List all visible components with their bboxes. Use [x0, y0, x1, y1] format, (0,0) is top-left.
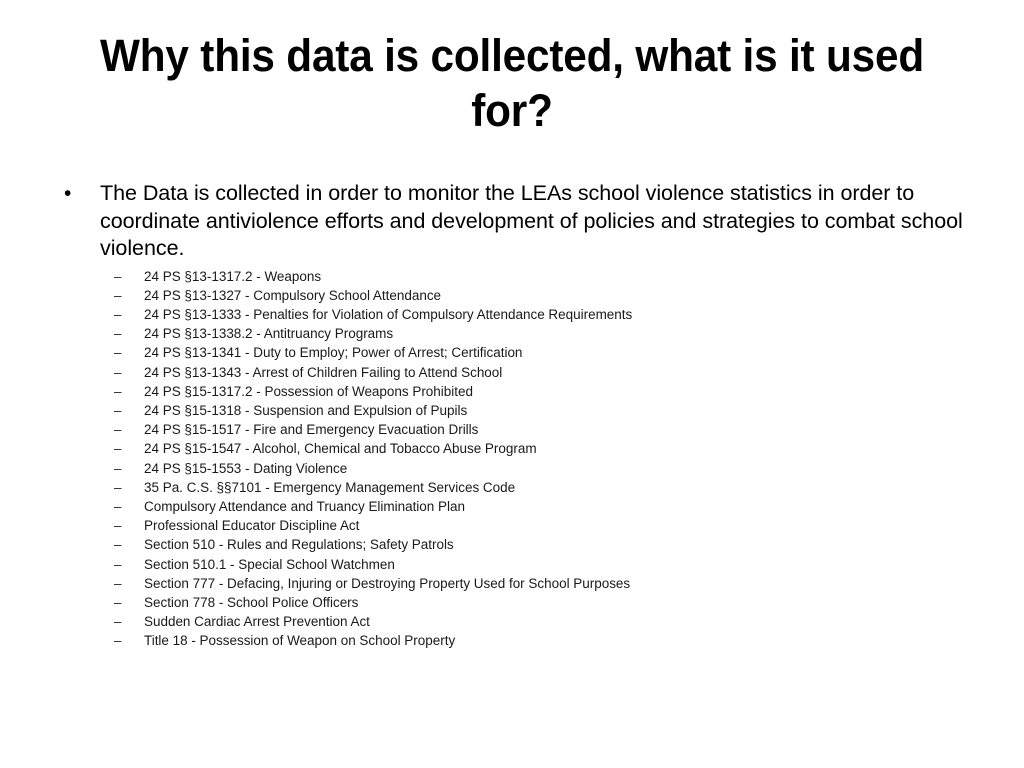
list-item-label: Sudden Cardiac Arrest Prevention Act: [144, 614, 370, 630]
list-item: – Sudden Cardiac Arrest Prevention Act: [56, 612, 986, 631]
list-item-label: Compulsory Attendance and Truancy Elimin…: [144, 498, 465, 514]
dash-bullet-icon: –: [114, 422, 122, 438]
list-item: – 24 PS §15-1317.2 - Possession of Weapon…: [56, 382, 986, 401]
list-item: – 24 PS §13-1317.2 - Weapons: [56, 267, 986, 286]
dash-bullet-icon: –: [114, 383, 122, 399]
list-item: – 24 PS §13-1338.2 - Antitruancy Programs: [56, 324, 986, 343]
list-item-label: Section 777 - Defacing, Injuring or Dest…: [144, 575, 631, 591]
list-item: – 24 PS §15-1553 - Dating Violence: [56, 459, 986, 478]
statute-reference-list: – 24 PS §13-1317.2 - Weapons – 24 PS §13-13…: [56, 267, 986, 651]
dash-bullet-icon: –: [114, 479, 122, 495]
dash-bullet-icon: –: [114, 402, 122, 418]
list-item-label: 24 PS §15-1517 - Fire and Emergency Evac…: [144, 422, 479, 438]
main-bullet-item: • The Data is collected in order to moni…: [56, 180, 986, 263]
dash-bullet-icon: –: [114, 594, 122, 610]
list-item-label: 24 PS §13-1333 - Penalties for Violation…: [144, 306, 633, 322]
list-item-label: 35 Pa. C.S. §§7101 - Emergency Managemen…: [144, 479, 516, 495]
dash-bullet-icon: –: [114, 268, 122, 284]
list-item-label: 24 PS §15-1547 - Alcohol, Chemical and T…: [144, 441, 537, 457]
slide-body: • The Data is collected in order to moni…: [56, 180, 986, 651]
list-item-label: 24 PS §13-1338.2 - Antitruancy Programs: [144, 326, 394, 342]
list-item-label: Section 510.1 - Special School Watchmen: [144, 556, 395, 572]
slide-title: Why this data is collected, what is it u…: [100, 30, 924, 137]
list-item: – Title 18 - Possession of Weapon on Scho…: [56, 631, 986, 650]
list-item: – Section 777 - Defacing, Injuring or Des…: [56, 574, 986, 593]
dash-bullet-icon: –: [114, 556, 122, 572]
list-item-label: 24 PS §15-1318 - Suspension and Expulsio…: [144, 402, 468, 418]
bullet-dot-icon: •: [64, 182, 72, 205]
list-item: – 24 PS §15-1547 - Alcohol, Chemical and …: [56, 439, 986, 458]
dash-bullet-icon: –: [114, 287, 122, 303]
list-item: – 35 Pa. C.S. §§7101 - Emergency Manageme…: [56, 478, 986, 497]
list-item: – Professional Educator Discipline Act: [56, 516, 986, 535]
dash-bullet-icon: –: [114, 518, 122, 534]
dash-bullet-icon: –: [114, 345, 122, 361]
list-item: – 24 PS §13-1333 - Penalties for Violatio…: [56, 305, 986, 324]
list-item: – 24 PS §13-1343 - Arrest of Children Fai…: [56, 363, 986, 382]
dash-bullet-icon: –: [114, 306, 122, 322]
list-item: – 24 PS §13-1341 - Duty to Employ; Power …: [56, 343, 986, 362]
list-item: – Section 510 - Rules and Regulations; Sa…: [56, 535, 986, 554]
list-item-label: Title 18 - Possession of Weapon on Schoo…: [144, 633, 456, 649]
dash-bullet-icon: –: [114, 633, 122, 649]
list-item: – 24 PS §15-1517 - Fire and Emergency Eva…: [56, 420, 986, 439]
list-item: – 24 PS §13-1327 - Compulsory School Atte…: [56, 286, 986, 305]
presentation-slide: Why this data is collected, what is it u…: [0, 0, 1024, 768]
dash-bullet-icon: –: [114, 575, 122, 591]
dash-bullet-icon: –: [114, 537, 122, 553]
list-item-label: 24 PS §13-1343 - Arrest of Children Fail…: [144, 364, 503, 380]
list-item-label: 24 PS §13-1341 - Duty to Employ; Power o…: [144, 345, 523, 361]
list-item-label: 24 PS §13-1327 - Compulsory School Atten…: [144, 287, 442, 303]
main-bullet-text: The Data is collected in order to monito…: [100, 181, 963, 260]
list-item-label: Section 510 - Rules and Regulations; Saf…: [144, 537, 454, 553]
dash-bullet-icon: –: [114, 614, 122, 630]
list-item: – 24 PS §15-1318 - Suspension and Expulsi…: [56, 401, 986, 420]
list-item: – Compulsory Attendance and Truancy Elimi…: [56, 497, 986, 516]
dash-bullet-icon: –: [114, 460, 122, 476]
list-item: – Section 510.1 - Special School Watchmen: [56, 555, 986, 574]
list-item-label: Section 778 - School Police Officers: [144, 594, 359, 610]
dash-bullet-icon: –: [114, 441, 122, 457]
dash-bullet-icon: –: [114, 364, 122, 380]
list-item-label: 24 PS §15-1317.2 - Possession of Weapons…: [144, 383, 473, 399]
list-item-label: Professional Educator Discipline Act: [144, 518, 360, 534]
dash-bullet-icon: –: [114, 498, 122, 514]
list-item-label: 24 PS §13-1317.2 - Weapons: [144, 268, 322, 284]
list-item: – Section 778 - School Police Officers: [56, 593, 986, 612]
dash-bullet-icon: –: [114, 326, 122, 342]
list-item-label: 24 PS §15-1553 - Dating Violence: [144, 460, 348, 476]
